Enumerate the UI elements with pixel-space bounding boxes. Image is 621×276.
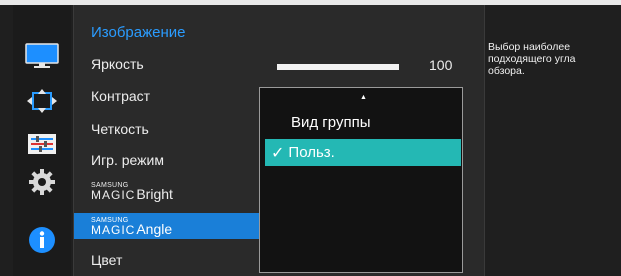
info-icon[interactable]	[13, 222, 71, 258]
option-group-view[interactable]: Вид группы	[265, 109, 461, 136]
option-label: Польз.	[288, 144, 335, 161]
brightness-slider[interactable]	[277, 64, 399, 70]
menu-item-contrast[interactable]: Контраст	[74, 83, 260, 109]
gear-icon[interactable]	[13, 164, 71, 200]
magic-angle-dropdown: ▲ Вид группы ✓ Польз.	[259, 87, 463, 273]
osd-menu-window: Изображение Яркость Контраст Четкость Иг…	[0, 5, 621, 276]
magic-label: MAGIC	[91, 187, 136, 202]
magic-bright-label: SAMSUNG MAGIC Bright	[91, 182, 173, 201]
magic-label: MAGIC	[91, 222, 136, 237]
checkmark-icon: ✓	[271, 144, 285, 162]
menu-item-magic-bright[interactable]: SAMSUNG MAGIC Bright	[74, 178, 260, 204]
feature-name: Bright	[136, 185, 173, 202]
menu-item-label: Яркость	[91, 56, 144, 72]
option-label: Вид группы	[291, 114, 371, 131]
brightness-value: 100	[429, 57, 453, 73]
menu-title: Изображение	[91, 24, 186, 41]
brightness-slider-fill	[277, 64, 399, 70]
settings-sliders-icon[interactable]	[13, 126, 71, 162]
menu-item-label: Игр. режим	[91, 152, 164, 168]
menu-item-magic-angle[interactable]: SAMSUNG MAGIC Angle	[74, 213, 260, 239]
menu-item-brightness[interactable]: Яркость	[74, 51, 260, 77]
menu-item-label: Четкость	[91, 121, 149, 137]
feature-name: Angle	[136, 220, 173, 237]
picture-menu-panel: Изображение Яркость Контраст Четкость Иг…	[73, 5, 485, 276]
option-custom[interactable]: ✓ Польз.	[265, 139, 461, 166]
menu-item-color[interactable]: Цвет	[74, 247, 260, 273]
help-text: Выбор наиболее подходящего угла обзора.	[488, 41, 576, 77]
menu-item-label: Цвет	[91, 252, 123, 268]
menu-item-game-mode[interactable]: Игр. режим	[74, 147, 260, 173]
magic-angle-label: SAMSUNG MAGIC Angle	[91, 217, 172, 236]
monitor-icon[interactable]	[13, 38, 71, 74]
scroll-up-arrow-icon[interactable]: ▲	[360, 94, 367, 101]
position-arrows-icon[interactable]	[13, 83, 71, 119]
category-icon-bar	[13, 5, 71, 276]
menu-item-sharpness[interactable]: Четкость	[74, 116, 260, 142]
menu-item-label: Контраст	[91, 88, 151, 104]
